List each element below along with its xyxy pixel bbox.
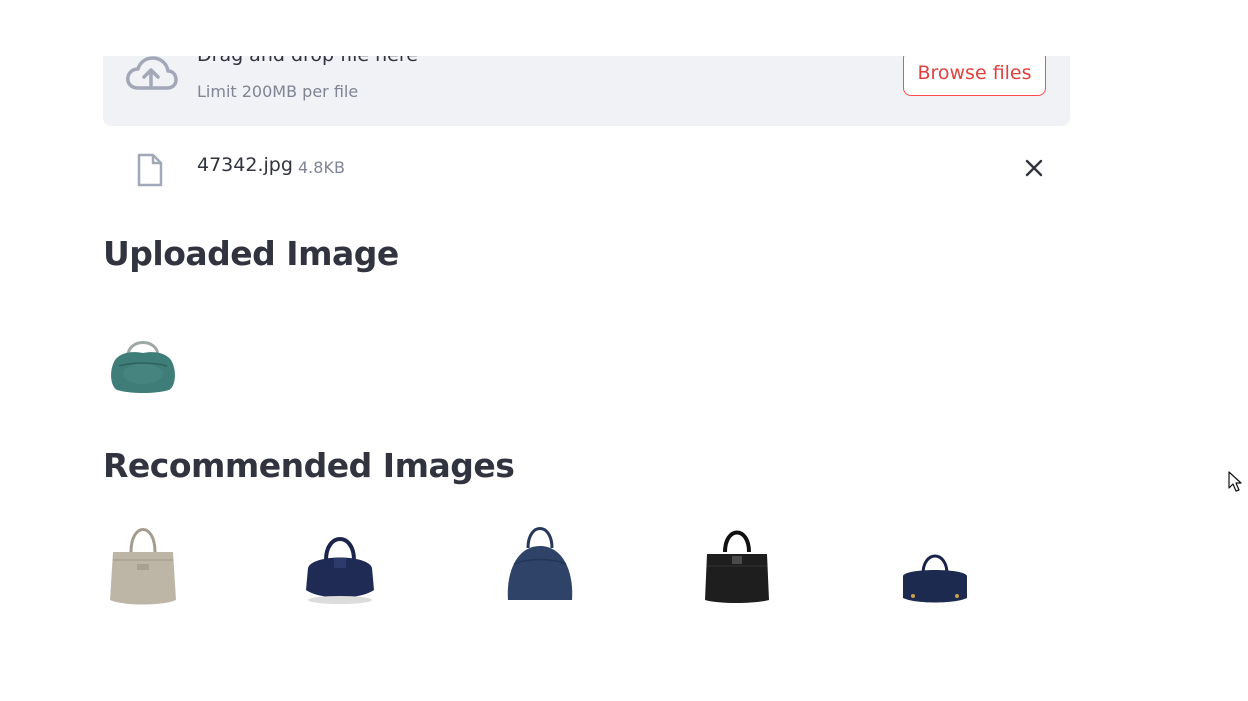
recommended-image[interactable]: [500, 520, 580, 610]
file-name: 47342.jpg: [197, 154, 293, 176]
uploaded-file-row: 47342.jpg 4.8KB: [103, 140, 1070, 196]
recommended-image[interactable]: [895, 520, 975, 610]
dropzone-title: Drag and drop file here: [197, 56, 418, 66]
close-icon: [1025, 159, 1043, 177]
remove-file-button[interactable]: [1020, 154, 1048, 182]
file-size: 4.8KB: [298, 158, 345, 177]
dropzone-instructions: Drag and drop file here Limit 200MB per …: [197, 56, 697, 126]
file-dropzone[interactable]: Drag and drop file here Limit 200MB per …: [103, 56, 1070, 126]
mouse-cursor-icon: [1228, 471, 1242, 492]
uploaded-image-heading: Uploaded Image: [103, 234, 399, 273]
recommended-image[interactable]: [697, 520, 777, 610]
cloud-upload-icon: [126, 56, 178, 90]
file-icon: [137, 153, 163, 187]
uploaded-image[interactable]: [103, 318, 183, 408]
recommended-image[interactable]: [300, 520, 380, 610]
dropzone-limit: Limit 200MB per file: [197, 82, 359, 101]
recommended-image[interactable]: [103, 520, 183, 610]
browse-files-button[interactable]: Browse files: [903, 56, 1046, 96]
recommended-images-heading: Recommended Images: [103, 446, 515, 485]
